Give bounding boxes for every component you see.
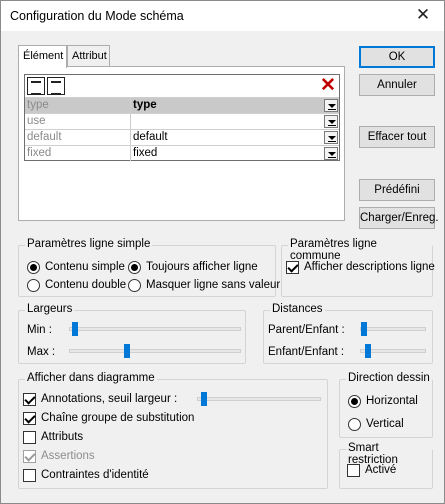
slider-thumb[interactable] <box>361 322 367 336</box>
row-name: fixed <box>25 146 131 161</box>
checkbox-icon[interactable] <box>23 412 36 425</box>
child-child-slider[interactable] <box>360 344 426 358</box>
radio-icon[interactable] <box>27 279 40 292</box>
row-name: type <box>25 98 131 113</box>
dropdown-icon[interactable] <box>324 99 338 112</box>
distances-group: Distances Parent/Enfant : Enfant/Enfant … <box>263 303 433 364</box>
checkbox-icon[interactable] <box>23 431 36 444</box>
common-line-group: Paramètres ligne commune Afficher descri… <box>281 238 435 297</box>
parent-child-label: Parent/Enfant : <box>268 324 345 336</box>
grid-toolbar: ✕ <box>25 75 339 97</box>
slider-thumb[interactable] <box>365 344 371 358</box>
min-label: Min : <box>27 324 52 336</box>
delete-icon[interactable]: ✕ <box>319 76 337 96</box>
append-row-icon[interactable] <box>27 77 45 95</box>
group-label: Direction dessin <box>346 372 432 384</box>
row-value[interactable] <box>131 114 339 129</box>
table-row[interactable]: type type <box>25 97 339 113</box>
radio-icon[interactable] <box>27 261 40 274</box>
slider-track <box>360 327 426 331</box>
group-label: Distances <box>270 303 325 315</box>
dropdown-icon[interactable] <box>324 131 338 144</box>
close-icon[interactable]: ✕ <box>414 6 432 24</box>
table-row[interactable]: default default <box>25 129 339 145</box>
radio-icon[interactable] <box>128 261 141 274</box>
smart-restriction-group: Smart restriction Activé <box>339 442 433 489</box>
max-width-slider[interactable] <box>69 344 241 358</box>
tab-element[interactable]: Élément <box>18 45 67 68</box>
row-name: use <box>25 114 131 129</box>
cancel-button[interactable]: Annuler <box>359 74 435 96</box>
group-label: Paramètres ligne simple <box>25 238 153 250</box>
checkbox-icon <box>23 450 36 463</box>
properties-grid: ✕ type type use default default fixed fi… <box>24 74 340 161</box>
row-value[interactable]: type <box>131 98 339 113</box>
row-name: default <box>25 130 131 145</box>
table-row[interactable]: use <box>25 113 339 129</box>
simple-line-group: Paramètres ligne simple Contenu simple C… <box>18 238 280 297</box>
checkbox-icon[interactable] <box>23 469 36 482</box>
slider-thumb[interactable] <box>201 392 207 406</box>
radio-icon[interactable] <box>348 395 361 408</box>
checkbox-icon[interactable] <box>23 393 36 406</box>
title-bar: Configuration du Mode schéma ✕ <box>1 1 444 31</box>
slider-track <box>69 327 241 331</box>
drawing-direction-group: Direction dessin Horizontal Vertical <box>339 372 433 438</box>
max-label: Max : <box>27 346 56 358</box>
checkbox-icon[interactable] <box>347 464 360 477</box>
dialog-window: Configuration du Mode schéma ✕ Élément A… <box>0 0 445 504</box>
dialog-title: Configuration du Mode schéma <box>10 9 184 23</box>
radio-icon[interactable] <box>348 418 361 431</box>
diagram-display-group: Afficher dans diagramme Annotations, seu… <box>18 372 328 489</box>
slider-track <box>197 397 321 401</box>
checkbox-icon[interactable] <box>286 261 299 274</box>
child-child-label: Enfant/Enfant : <box>268 346 345 358</box>
min-width-slider[interactable] <box>69 322 241 336</box>
slider-track <box>69 349 241 353</box>
table-row[interactable]: fixed fixed <box>25 145 339 161</box>
slider-thumb[interactable] <box>124 344 130 358</box>
tab-panel: ✕ type type use default default fixed fi… <box>18 66 345 221</box>
group-label: Afficher dans diagramme <box>25 372 157 384</box>
row-value[interactable]: fixed <box>131 146 339 161</box>
dropdown-icon[interactable] <box>324 115 338 128</box>
row-value[interactable]: default <box>131 130 339 145</box>
insert-row-icon[interactable] <box>47 77 65 95</box>
radio-icon[interactable] <box>128 279 141 292</box>
widths-group: Largeurs Min : Max : <box>18 303 246 364</box>
slider-thumb[interactable] <box>72 322 78 336</box>
annotation-width-slider[interactable] <box>197 392 321 406</box>
predefined-button[interactable]: Prédéfini <box>359 179 435 201</box>
group-label: Largeurs <box>25 303 75 315</box>
clear-all-button[interactable]: Effacer tout <box>359 126 435 148</box>
parent-child-slider[interactable] <box>360 322 426 336</box>
tab-attribut[interactable]: Attribut <box>67 45 110 67</box>
dropdown-icon[interactable] <box>324 147 338 160</box>
ok-button[interactable]: OK <box>359 46 435 68</box>
load-save-button[interactable]: Charger/Enreg. <box>359 207 439 229</box>
